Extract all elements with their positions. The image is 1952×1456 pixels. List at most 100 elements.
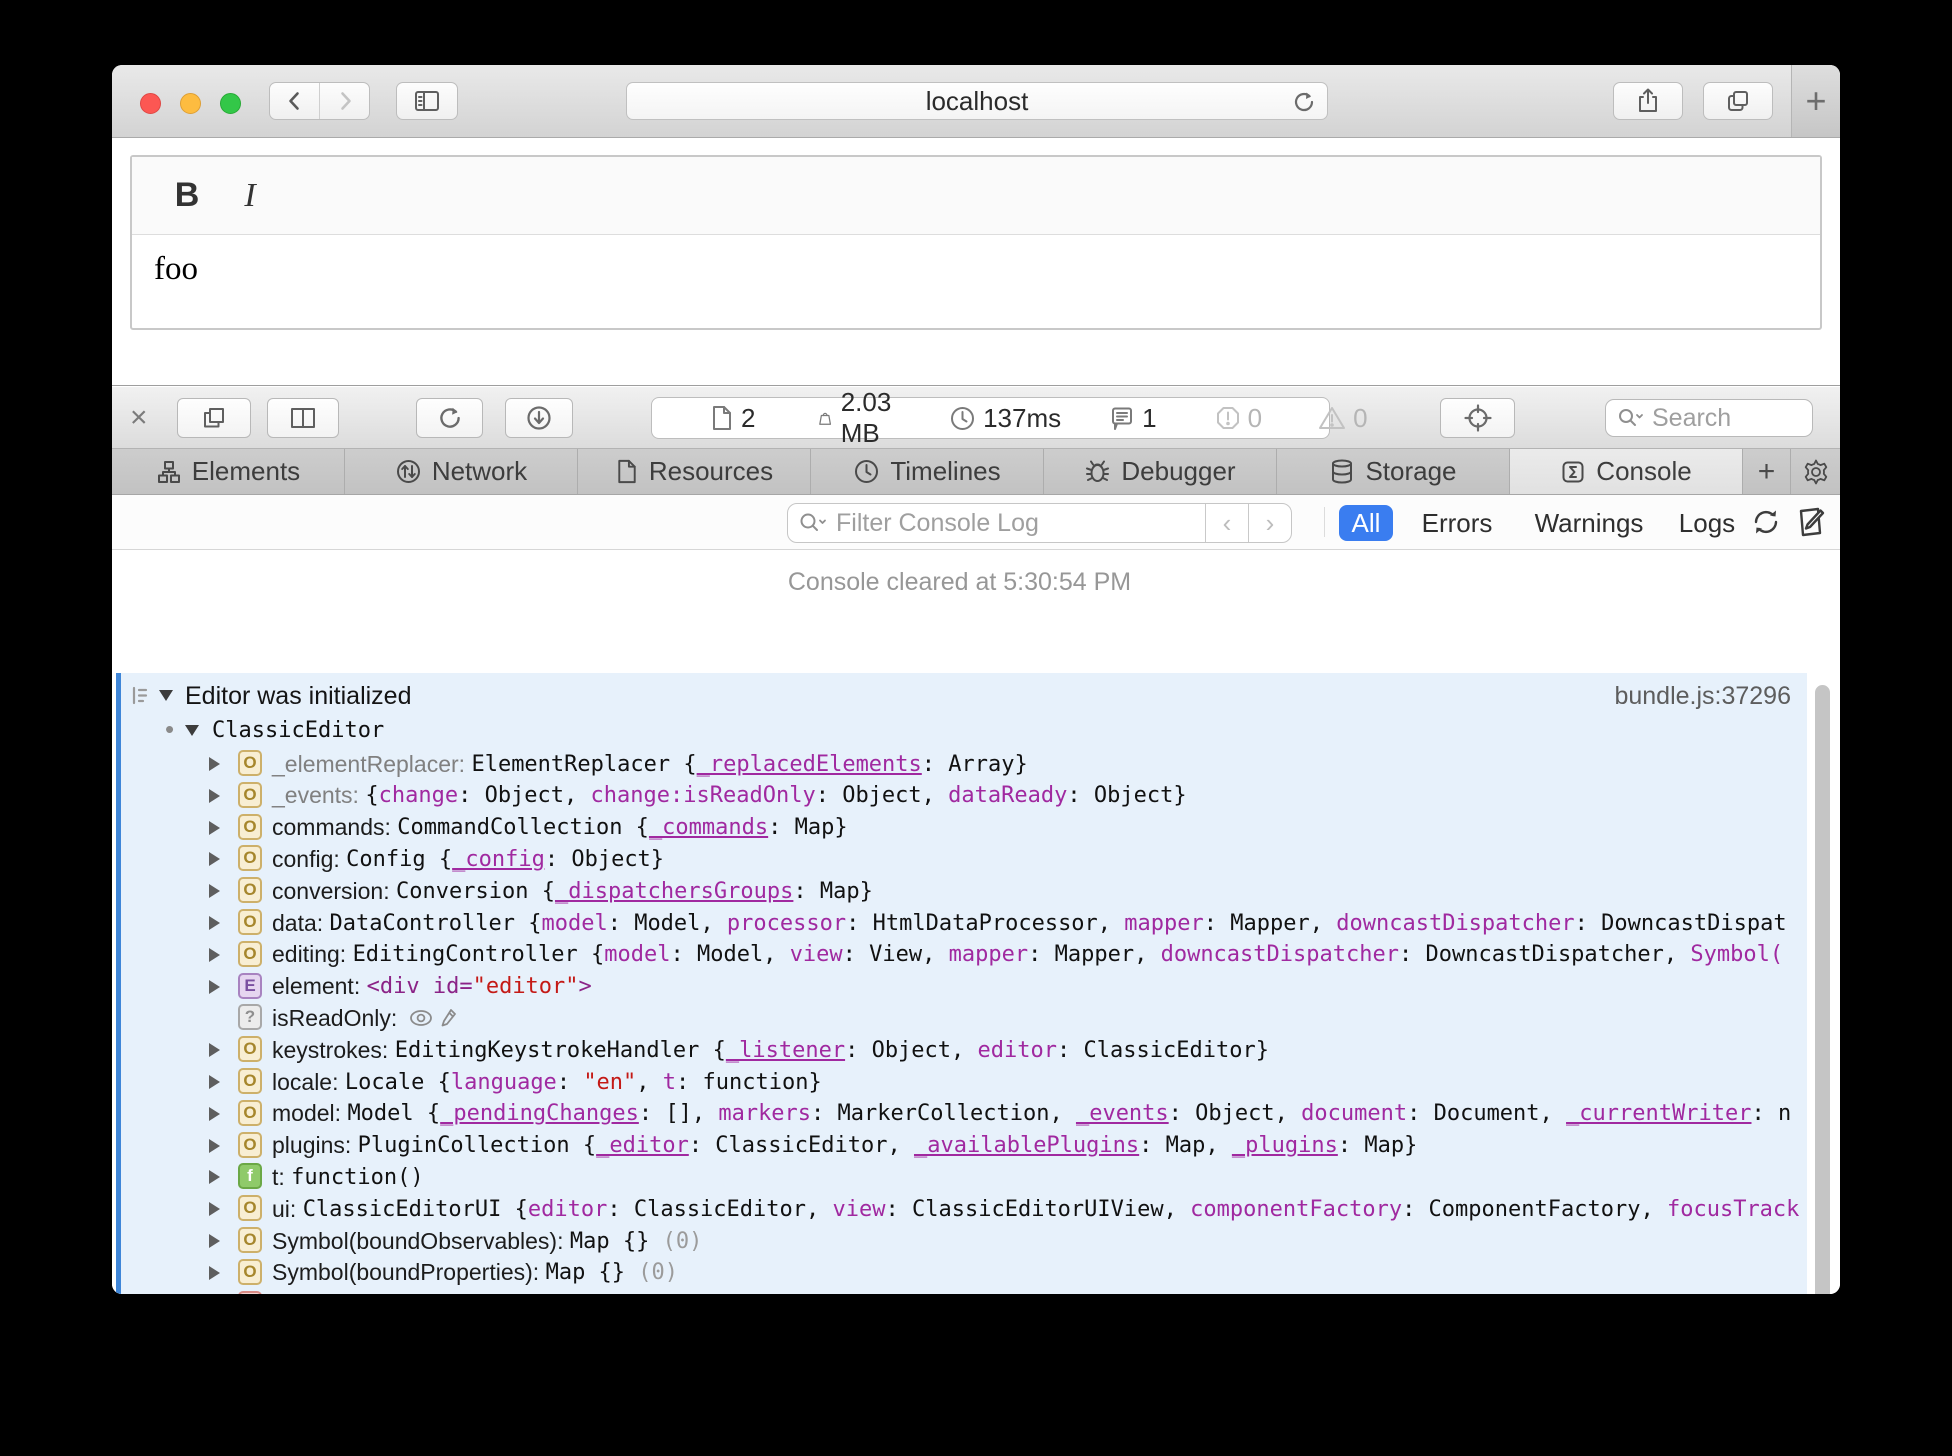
- collapse-entry-arrow[interactable]: [159, 690, 173, 701]
- expand-arrow[interactable]: [209, 1106, 220, 1121]
- previous-result-button[interactable]: ‹: [1205, 504, 1248, 542]
- tab-console[interactable]: Console: [1510, 449, 1743, 494]
- next-result-button[interactable]: ›: [1248, 504, 1291, 542]
- token: : Object}: [1067, 783, 1187, 809]
- tab-elements[interactable]: Elements: [112, 449, 345, 494]
- object-property-row[interactable]: Ocommands: CommandCollection {_commands:…: [121, 812, 1807, 844]
- tab-overview-button[interactable]: [1703, 82, 1773, 120]
- stat-time[interactable]: 137ms: [949, 403, 1061, 434]
- object-property-row[interactable]: O _elementReplacer: ElementReplacer {_rep…: [121, 748, 1807, 780]
- address-bar[interactable]: localhost: [626, 82, 1328, 120]
- object-property-row[interactable]: O _events: {change: Object, change:isRead…: [121, 780, 1807, 812]
- expand-arrow[interactable]: [209, 884, 220, 899]
- dock-side-button[interactable]: [267, 398, 339, 438]
- search-placeholder: Search: [1652, 403, 1732, 432]
- object-property-row[interactable]: O Symbol(writtenId): "10-55052-47-2760520…: [121, 1289, 1807, 1294]
- clear-console-icon[interactable]: [1796, 505, 1828, 539]
- object-property-row[interactable]: Eelement: <div id= "editor" >: [121, 971, 1807, 1003]
- new-tab-button[interactable]: +: [1791, 65, 1840, 137]
- add-tab-button[interactable]: +: [1743, 449, 1791, 494]
- object-property-row[interactable]: O Symbol(boundObservables): Map {} (0): [121, 1225, 1807, 1257]
- expand-arrow[interactable]: [209, 820, 220, 835]
- expand-arrow[interactable]: [209, 1138, 220, 1153]
- eye-icon[interactable]: [408, 1008, 434, 1028]
- type-badge: O: [238, 750, 262, 776]
- minimize-window-button[interactable]: [180, 93, 201, 114]
- token: : DowncastDispatcher,: [1399, 942, 1691, 968]
- restart-console-icon[interactable]: [1750, 505, 1782, 539]
- zoom-window-button[interactable]: [220, 93, 241, 114]
- storage-icon: [1332, 459, 1353, 484]
- share-button[interactable]: [1613, 82, 1683, 120]
- close-inspector-button[interactable]: ×: [130, 401, 148, 435]
- object-property-row[interactable]: ? isReadOnly:: [121, 1002, 1807, 1034]
- filter-console-input[interactable]: Filter Console Log ‹ ›: [787, 503, 1292, 543]
- detach-inspector-button[interactable]: [177, 398, 251, 438]
- object-property-row[interactable]: Oui: ClassicEditorUI {editor: ClassicEdi…: [121, 1193, 1807, 1225]
- object-property-row[interactable]: Oconfig: Config {_config: Object}: [121, 843, 1807, 875]
- expand-arrow[interactable]: [209, 1202, 220, 1217]
- tab-debugger[interactable]: Debugger: [1044, 449, 1277, 494]
- stat-errors[interactable]: 0: [1215, 403, 1262, 434]
- expand-arrow[interactable]: [209, 1265, 220, 1280]
- element-picker-button[interactable]: [1440, 398, 1515, 438]
- log-entry-source[interactable]: bundle.js:37296: [1614, 682, 1791, 711]
- tab-timelines[interactable]: Timelines: [811, 449, 1044, 494]
- object-property-row[interactable]: Oconversion: Conversion {_dispatchersGro…: [121, 875, 1807, 907]
- expand-arrow[interactable]: [209, 1043, 220, 1058]
- scope-logs-button[interactable]: Logs: [1672, 505, 1742, 541]
- stat-size[interactable]: 2.03 MB: [817, 387, 901, 449]
- expand-arrow[interactable]: [209, 1234, 220, 1248]
- tab-resources[interactable]: Resources: [578, 449, 811, 494]
- expand-arrow[interactable]: [209, 947, 220, 962]
- tab-storage[interactable]: Storage: [1277, 449, 1510, 494]
- tab-network[interactable]: Network: [345, 449, 578, 494]
- console-log-entry[interactable]: Editor was initialized bundle.js:37296 •…: [116, 673, 1807, 1294]
- expand-arrow[interactable]: [209, 916, 220, 930]
- object-root-row[interactable]: • ClassicEditor: [121, 714, 1807, 748]
- scope-all-button[interactable]: All: [1339, 505, 1393, 541]
- refresh-icon[interactable]: [1291, 89, 1317, 115]
- object-property-row[interactable]: Odata: DataController {model: Model, pro…: [121, 907, 1807, 939]
- token: PluginCollection {: [357, 1133, 597, 1159]
- sidebar-toggle-button[interactable]: [396, 82, 458, 120]
- stat-messages[interactable]: 1: [1109, 403, 1157, 434]
- inspector-search-input[interactable]: Search: [1605, 399, 1813, 437]
- type-badge: O: [238, 845, 262, 872]
- object-property-row[interactable]: Omodel: Model {_pendingChanges: [], mark…: [121, 1098, 1807, 1130]
- expand-arrow[interactable]: [209, 1075, 220, 1089]
- pencil-icon[interactable]: [440, 1007, 458, 1029]
- download-page-button[interactable]: [505, 398, 573, 438]
- close-window-button[interactable]: [140, 93, 161, 114]
- log-entry-header[interactable]: Editor was initialized bundle.js:37296: [121, 682, 1807, 714]
- editor-content[interactable]: foo: [132, 235, 1820, 288]
- object-property-row[interactable]: f t: function(): [121, 1161, 1807, 1193]
- object-property-row[interactable]: Okeystrokes: EditingKeystrokeHandler {_l…: [121, 1034, 1807, 1066]
- expand-arrow[interactable]: [209, 1170, 220, 1185]
- scope-errors-button[interactable]: Errors: [1412, 505, 1502, 541]
- token: : ClassicEditor,: [607, 1196, 833, 1222]
- expand-arrow[interactable]: [209, 757, 220, 771]
- bold-button[interactable]: B: [164, 176, 210, 215]
- object-property-row[interactable]: Oediting: EditingController {model: Mode…: [121, 939, 1807, 971]
- collapse-object-arrow[interactable]: [185, 725, 199, 736]
- object-property-row[interactable]: O Symbol(boundProperties): Map {} (0): [121, 1257, 1807, 1289]
- token: : ClassicEditor}: [1057, 1037, 1269, 1063]
- back-button[interactable]: [270, 83, 319, 119]
- italic-button[interactable]: I: [230, 177, 270, 215]
- expand-arrow[interactable]: [209, 788, 220, 803]
- object-property-row[interactable]: Oplugins: PluginCollection {_editor: Cla…: [121, 1130, 1807, 1162]
- sidebar-icon: [415, 91, 439, 111]
- stat-warnings[interactable]: 0: [1318, 403, 1368, 434]
- object-property-row[interactable]: Olocale: Locale {language: "en", t: func…: [121, 1066, 1807, 1098]
- reload-page-button[interactable]: [416, 398, 483, 438]
- scrollbar-thumb[interactable]: [1815, 685, 1830, 1294]
- token: document: [1301, 1101, 1408, 1127]
- expand-arrow[interactable]: [209, 852, 220, 867]
- expand-arrow[interactable]: [209, 979, 220, 994]
- scope-warnings-button[interactable]: Warnings: [1524, 505, 1654, 541]
- forward-button[interactable]: [319, 83, 369, 119]
- settings-tab-button[interactable]: [1791, 449, 1840, 494]
- token: : ClassicEditor,: [688, 1133, 914, 1159]
- stat-documents[interactable]: 2: [710, 403, 755, 434]
